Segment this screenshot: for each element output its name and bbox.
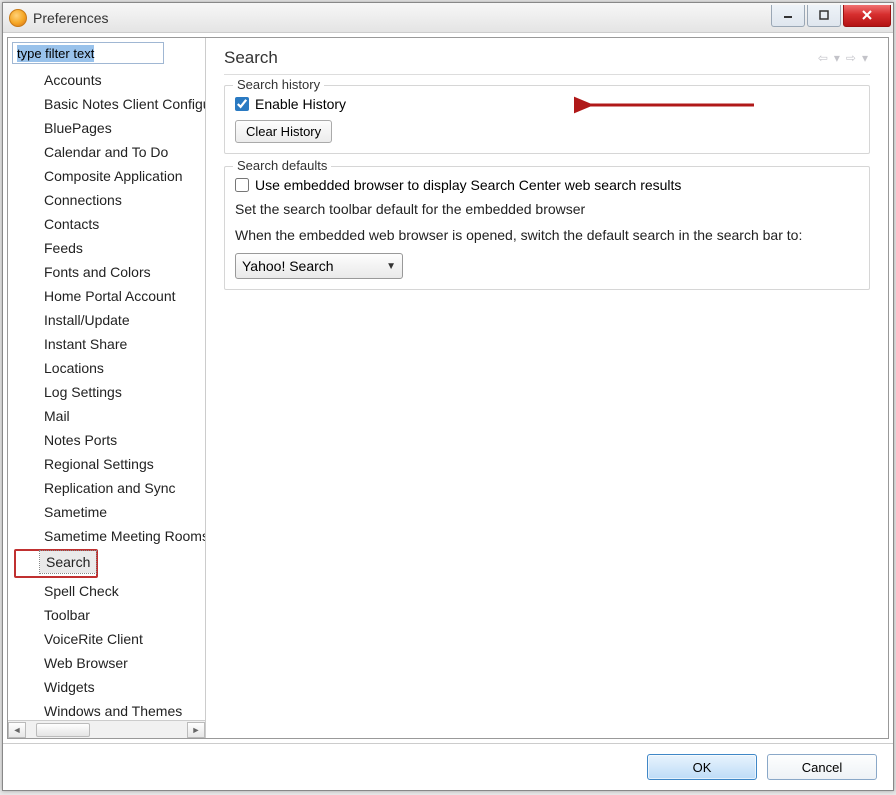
sidebar-item[interactable]: Install/Update bbox=[14, 308, 205, 332]
maximize-button[interactable] bbox=[807, 5, 841, 27]
sidebar-item[interactable]: Instant Share bbox=[14, 332, 205, 356]
sidebar-item[interactable]: Widgets bbox=[14, 675, 205, 699]
sidebar-item[interactable]: Windows and Themes bbox=[14, 699, 205, 720]
forward-icon[interactable]: ⇨ bbox=[844, 51, 858, 65]
preferences-window: Preferences type filter text AccountsBas… bbox=[2, 2, 894, 791]
enable-history-label: Enable History bbox=[255, 96, 346, 112]
close-icon bbox=[860, 9, 874, 21]
sidebar-item[interactable]: Home Portal Account bbox=[14, 284, 205, 308]
filter-input[interactable]: type filter text bbox=[12, 42, 164, 64]
sidebar-item[interactable]: Connections bbox=[14, 188, 205, 212]
sidebar-item[interactable]: Regional Settings bbox=[14, 452, 205, 476]
enable-history-checkbox[interactable] bbox=[235, 97, 249, 111]
sidebar-item[interactable]: Fonts and Colors bbox=[14, 260, 205, 284]
sidebar-item[interactable]: BluePages bbox=[14, 116, 205, 140]
search-provider-value: Yahoo! Search bbox=[242, 258, 334, 274]
scroll-thumb[interactable] bbox=[36, 723, 90, 737]
nav-arrows: ⇦ ▾ ⇨ ▾ bbox=[816, 51, 870, 65]
sidebar-item[interactable]: Contacts bbox=[14, 212, 205, 236]
sidebar-item[interactable]: Sametime Meeting Rooms bbox=[14, 524, 205, 548]
main-header: Search ⇦ ▾ ⇨ ▾ bbox=[224, 48, 870, 75]
close-button[interactable] bbox=[843, 5, 891, 27]
titlebar: Preferences bbox=[3, 3, 893, 33]
maximize-icon bbox=[818, 10, 830, 20]
sidebar-item-search[interactable]: Search bbox=[40, 551, 96, 573]
toolbar-default-text: Set the search toolbar default for the e… bbox=[235, 201, 859, 217]
enable-history-row[interactable]: Enable History bbox=[235, 96, 859, 112]
page-title: Search bbox=[224, 48, 278, 68]
sidebar-item[interactable]: Spell Check bbox=[14, 579, 205, 603]
scroll-track[interactable] bbox=[26, 722, 187, 738]
content-area: type filter text AccountsBasic Notes Cli… bbox=[7, 37, 889, 739]
sidebar-item[interactable]: Replication and Sync bbox=[14, 476, 205, 500]
sidebar-item[interactable]: Calendar and To Do bbox=[14, 140, 205, 164]
sidebar-item[interactable]: Composite Application bbox=[14, 164, 205, 188]
ok-button[interactable]: OK bbox=[647, 754, 757, 780]
embedded-browser-label: Use embedded browser to display Search C… bbox=[255, 177, 681, 193]
sidebar-item[interactable]: Log Settings bbox=[14, 380, 205, 404]
search-history-label: Search history bbox=[233, 77, 324, 92]
filter-input-text: type filter text bbox=[17, 45, 94, 62]
back-menu-icon[interactable]: ▾ bbox=[832, 51, 842, 65]
sidebar-item[interactable]: Mail bbox=[14, 404, 205, 428]
minimize-icon bbox=[782, 10, 794, 20]
scroll-right-button[interactable]: ► bbox=[187, 722, 205, 738]
search-history-group: Search history Enable History Clear Hist… bbox=[224, 85, 870, 154]
main-panel: Search ⇦ ▾ ⇨ ▾ Search history bbox=[206, 38, 888, 738]
sidebar-item[interactable]: Locations bbox=[14, 356, 205, 380]
sidebar-item[interactable]: Web Browser bbox=[14, 651, 205, 675]
highlight-annotation: Search bbox=[14, 549, 98, 578]
search-defaults-label: Search defaults bbox=[233, 158, 331, 173]
switch-default-text: When the embedded web browser is opened,… bbox=[235, 227, 859, 243]
sidebar-item[interactable]: Sametime bbox=[14, 500, 205, 524]
app-icon bbox=[9, 9, 27, 27]
minimize-button[interactable] bbox=[771, 5, 805, 27]
dialog-footer: OK Cancel bbox=[3, 743, 893, 790]
chevron-down-icon: ▼ bbox=[386, 261, 396, 272]
sidebar-item[interactable]: Toolbar bbox=[14, 603, 205, 627]
sidebar-item[interactable]: Basic Notes Client Configuration bbox=[14, 92, 205, 116]
embedded-browser-row[interactable]: Use embedded browser to display Search C… bbox=[235, 177, 859, 193]
scroll-left-button[interactable]: ◄ bbox=[8, 722, 26, 738]
search-defaults-group: Search defaults Use embedded browser to … bbox=[224, 166, 870, 290]
cancel-button[interactable]: Cancel bbox=[767, 754, 877, 780]
horizontal-scrollbar[interactable]: ◄ ► bbox=[8, 720, 205, 738]
window-title: Preferences bbox=[33, 10, 108, 26]
clear-history-button[interactable]: Clear History bbox=[235, 120, 332, 143]
embedded-browser-checkbox[interactable] bbox=[235, 178, 249, 192]
forward-menu-icon[interactable]: ▾ bbox=[860, 51, 870, 65]
back-icon[interactable]: ⇦ bbox=[816, 51, 830, 65]
category-tree[interactable]: AccountsBasic Notes Client Configuration… bbox=[8, 68, 205, 720]
titlebar-buttons bbox=[771, 9, 893, 27]
search-provider-select[interactable]: Yahoo! Search ▼ bbox=[235, 253, 403, 279]
sidebar: type filter text AccountsBasic Notes Cli… bbox=[8, 38, 206, 738]
sidebar-item[interactable]: Notes Ports bbox=[14, 428, 205, 452]
sidebar-item[interactable]: VoiceRite Client bbox=[14, 627, 205, 651]
sidebar-item[interactable]: Feeds bbox=[14, 236, 205, 260]
sidebar-item[interactable]: Accounts bbox=[14, 68, 205, 92]
